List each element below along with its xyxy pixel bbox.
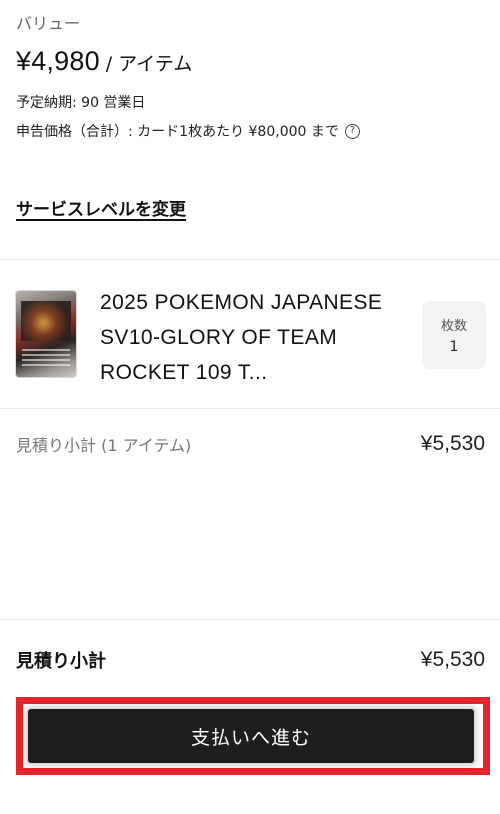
declared-value-line: 申告価格（合計）: カード1枚あたり ¥80,000 まで ? bbox=[16, 121, 360, 141]
quantity-box: 枚数 1 bbox=[422, 301, 486, 369]
items-subtotal-label: 見積り小計 (1 アイテム) bbox=[16, 436, 192, 455]
quantity-label: 枚数 bbox=[440, 319, 467, 334]
quantity-value: 1 bbox=[449, 339, 459, 355]
proceed-to-payment-button[interactable]: 支払いへ進む bbox=[28, 709, 474, 763]
card-artwork bbox=[21, 301, 71, 341]
subtotal-row: 見積り小計 ¥5,530 bbox=[16, 647, 485, 673]
divider bbox=[0, 259, 500, 260]
divider bbox=[0, 408, 500, 409]
divider bbox=[0, 619, 500, 620]
price-row: ¥4,980 / アイテム bbox=[16, 46, 192, 77]
delivery-estimate: 予定納期: 90 営業日 bbox=[16, 95, 146, 111]
question-circle-icon[interactable]: ? bbox=[344, 123, 360, 139]
card-thumbnail bbox=[16, 291, 76, 377]
price-per-item: ¥4,980 bbox=[16, 46, 100, 76]
declared-value-text: 申告価格（合計）: カード1枚あたり ¥80,000 まで bbox=[16, 124, 339, 140]
price-unit: / アイテム bbox=[105, 53, 193, 75]
items-subtotal-row: 見積り小計 (1 アイテム) ¥5,530 bbox=[16, 432, 485, 456]
card-text-lines bbox=[22, 349, 70, 369]
subtotal-label: 見積り小計 bbox=[16, 651, 106, 672]
items-subtotal-value: ¥5,530 bbox=[420, 432, 485, 455]
change-service-level-link[interactable]: サービスレベルを変更 bbox=[16, 195, 186, 220]
item-title: 2025 POKEMON JAPANESE SV10-GLORY OF TEAM… bbox=[100, 291, 383, 384]
service-tier-label: バリュー bbox=[16, 14, 81, 33]
subtotal-value: ¥5,530 bbox=[420, 648, 485, 671]
